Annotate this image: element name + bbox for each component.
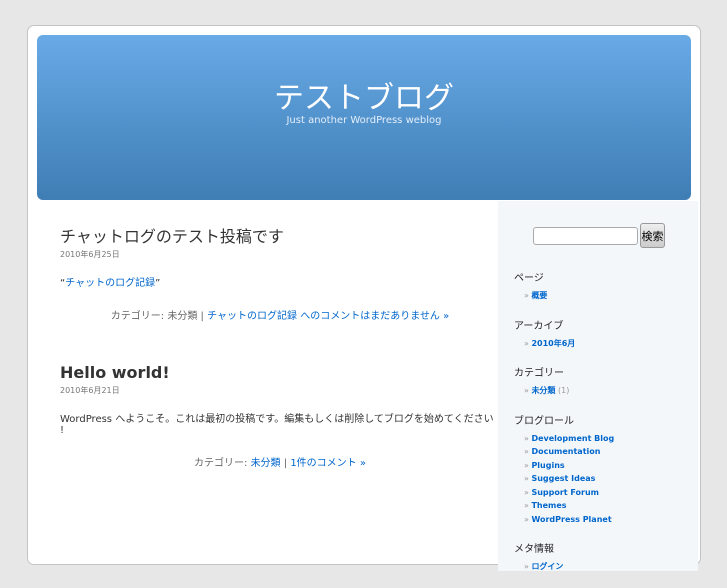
meta-widget: メタ情報 ログイン <box>514 540 694 574</box>
blogroll-link[interactable]: Development Blog <box>531 434 614 443</box>
post-meta: カテゴリー: 未分類 | 1件のコメント » <box>60 454 500 469</box>
list-item: Themes <box>524 499 694 513</box>
page-link[interactable]: 概要 <box>531 291 547 300</box>
post-entry: WordPress へようこそ。これは最初の投稿です。編集もしくは削除してブログ… <box>60 414 494 436</box>
site-description: Just another WordPress weblog <box>286 115 442 126</box>
post-entry: “チャットのログ記録” <box>60 274 500 289</box>
category-label: カテゴリー: <box>110 311 165 322</box>
separator: | <box>200 311 204 322</box>
category-link[interactable]: 未分類 <box>531 386 555 395</box>
post: チャットログのテスト投稿です 2010年6月25日 “チャットのログ記録” カテ… <box>60 226 500 322</box>
arrow[interactable]: » <box>360 458 366 469</box>
list-item: WordPress Planet <box>524 513 694 527</box>
search-input[interactable] <box>533 226 638 245</box>
list-item: ログイン <box>524 560 694 574</box>
widget-title: アーカイブ <box>514 320 564 332</box>
blogroll-link[interactable]: Suggest Ideas <box>531 474 595 483</box>
list-item: 未分類 (1) <box>524 384 694 398</box>
arrow[interactable]: » <box>443 311 449 322</box>
login-link[interactable]: ログイン <box>531 562 563 571</box>
comments-link[interactable]: 1件のコメント <box>290 458 356 469</box>
post-date: 2010年6月21日 <box>60 386 120 395</box>
content: チャットログのテスト投稿です 2010年6月25日 “チャットのログ記録” カテ… <box>60 226 500 509</box>
archive-link[interactable]: 2010年6月 <box>531 339 575 348</box>
post-date: 2010年6月25日 <box>60 250 120 259</box>
page-container: テストブログ Just another WordPress weblog チャッ… <box>27 25 701 571</box>
post-title[interactable]: Hello world! <box>60 362 500 384</box>
category-label: カテゴリー: <box>194 458 248 469</box>
categories-widget: カテゴリー 未分類 (1) <box>514 364 694 398</box>
list-item: 2010年6月 <box>524 337 694 351</box>
post: Hello world! 2010年6月21日 WordPress へようこそ。… <box>60 362 500 469</box>
category-text: 未分類 <box>167 311 198 322</box>
category-count: (1) <box>557 386 570 395</box>
comments-link[interactable]: チャットのログ記録 へのコメントはまだありません <box>207 311 440 322</box>
widget-title: ブログロール <box>514 415 574 427</box>
list-item: Plugins <box>524 459 694 473</box>
quote-close: ” <box>155 278 161 289</box>
search-button[interactable]: 検索 <box>640 223 665 248</box>
blogroll-link[interactable]: Plugins <box>531 461 564 470</box>
blogroll-link[interactable]: Themes <box>531 501 566 510</box>
header: テストブログ Just another WordPress weblog <box>37 35 691 200</box>
pages-widget: ページ 概要 <box>514 269 694 303</box>
blogroll-link[interactable]: Support Forum <box>531 488 599 497</box>
archives-widget: アーカイブ 2010年6月 <box>514 317 694 351</box>
post-title[interactable]: チャットログのテスト投稿です <box>60 226 500 248</box>
widget-title: メタ情報 <box>514 544 554 555</box>
list-item: Support Forum <box>524 486 694 500</box>
post-meta: カテゴリー: 未分類 | チャットのログ記録 へのコメントはまだありません » <box>60 307 500 322</box>
category-link[interactable]: 未分類 <box>251 458 281 469</box>
list-item: Development Blog <box>524 432 694 446</box>
list-item: Suggest Ideas <box>524 472 694 486</box>
blogroll-widget: ブログロール Development Blog Documentation Pl… <box>514 412 694 527</box>
widget-title: ページ <box>514 273 544 284</box>
chat-log-link[interactable]: チャットのログ記録 <box>65 278 155 289</box>
blogroll-link[interactable]: Documentation <box>531 447 600 456</box>
blogroll-link[interactable]: WordPress Planet <box>531 515 611 524</box>
list-item: 概要 <box>524 289 694 303</box>
separator: | <box>283 458 288 469</box>
search-form: 検索 <box>533 223 665 248</box>
sidebar: 検索 ページ 概要 アーカイブ 2010年6月 カテゴリー 未分類 (1) ブロ… <box>498 201 698 571</box>
list-item: Documentation <box>524 445 694 459</box>
site-title[interactable]: テストブログ <box>37 81 691 117</box>
widget-title: カテゴリー <box>514 368 564 379</box>
